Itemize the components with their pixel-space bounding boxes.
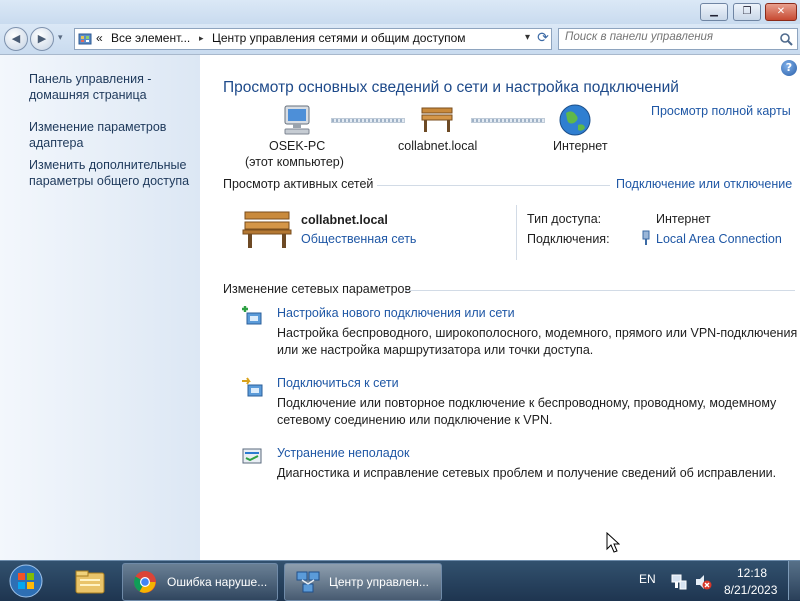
breadcrumb-network-center[interactable]: Центр управления сетями и общим доступом — [212, 31, 466, 45]
map-network-name: collabnet.local — [398, 139, 478, 153]
connect-to-network-link[interactable]: Подключиться к сети — [277, 376, 399, 390]
close-button[interactable]: ✕ — [765, 3, 797, 21]
local-area-connection-link[interactable]: Local Area Connection — [656, 232, 782, 246]
mouse-cursor-icon — [606, 532, 620, 553]
computer-icon — [284, 105, 310, 135]
language-indicator[interactable]: EN — [639, 572, 656, 586]
active-network-name: collabnet.local — [301, 213, 388, 227]
breadcrumb-separator[interactable]: ▸ — [199, 33, 204, 44]
section-divider — [405, 290, 795, 291]
network-center-icon — [296, 571, 320, 593]
search-box[interactable] — [558, 28, 798, 50]
control-panel-window: ▁ ❐ ✕ ◀ ▶ ▾ « Все элемент... ▸ Центр упр… — [0, 0, 800, 560]
recent-pages-dropdown[interactable]: ▾ — [58, 32, 63, 43]
network-center-window-title: Центр управлен... — [329, 575, 429, 589]
left-nav-pane: Панель управления - домашняя страница Из… — [0, 55, 200, 560]
this-computer-name: OSEK-PC — [269, 139, 326, 153]
start-button[interactable] — [6, 562, 46, 600]
clock-time[interactable]: 12:18 — [737, 566, 767, 580]
chrome-icon — [134, 571, 156, 593]
network-tray-icon[interactable] — [670, 573, 688, 591]
page-title: Просмотр основных сведений о сети и наст… — [223, 79, 679, 96]
refresh-button[interactable]: ⟳ — [532, 29, 554, 49]
address-dropdown-button[interactable]: ▾ — [525, 32, 530, 43]
back-button[interactable]: ◀ — [4, 27, 28, 51]
sidebar-item-control-panel-home[interactable]: Панель управления - домашняя страница — [29, 71, 197, 103]
ethernet-icon — [642, 230, 650, 245]
troubleshoot-desc: Диагностика и исправление сетевых пробле… — [277, 466, 777, 480]
navigation-bar: ◀ ▶ ▾ « Все элемент... ▸ Центр управлени… — [0, 24, 800, 55]
change-settings-header: Изменение сетевых параметров — [223, 282, 412, 296]
search-input[interactable] — [565, 31, 765, 43]
network-center-taskbar-button[interactable]: Центр управлен... — [284, 563, 442, 601]
maximize-button[interactable]: ❐ — [733, 3, 761, 21]
chrome-taskbar-button[interactable]: Ошибка наруше... — [122, 563, 278, 601]
active-networks-header: Просмотр активных сетей — [223, 177, 374, 191]
connections-label: Подключения: — [527, 232, 610, 246]
connect-to-network-desc: Подключение или повторное подключение к … — [277, 396, 777, 410]
search-icon[interactable] — [779, 32, 793, 46]
minimize-button[interactable]: ▁ — [700, 3, 728, 21]
connect-to-network-icon — [242, 377, 263, 397]
setup-new-connection-desc: или же настройка маршрутизатора или точк… — [277, 343, 594, 357]
title-bar: ▁ ❐ ✕ — [0, 0, 800, 24]
map-connector-line — [471, 118, 545, 123]
main-content: ? Просмотр основных сведений о сети и на… — [201, 55, 800, 560]
map-connector-line — [331, 118, 405, 123]
chrome-window-title: Ошибка наруше... — [167, 575, 268, 589]
show-desktop-button[interactable] — [788, 561, 800, 600]
address-bar[interactable]: « Все элемент... ▸ Центр управления сетя… — [74, 28, 552, 50]
breadcrumb-overflow[interactable]: « — [96, 31, 103, 45]
active-network-bench-icon — [242, 211, 292, 248]
control-panel-icon — [78, 33, 92, 45]
taskbar: Ошибка наруше... Центр управлен... EN 12… — [0, 560, 800, 601]
this-computer-label: (этот компьютер) — [245, 155, 344, 169]
new-connection-icon — [242, 306, 262, 325]
explorer-taskbar-button[interactable] — [62, 563, 118, 601]
network-type-link[interactable]: Общественная сеть — [301, 232, 416, 246]
troubleshoot-link[interactable]: Устранение неполадок — [277, 446, 409, 460]
volume-muted-icon[interactable] — [694, 573, 712, 591]
connect-disconnect-link[interactable]: Подключение или отключение — [616, 177, 792, 191]
vertical-divider — [516, 205, 517, 260]
forward-button[interactable]: ▶ — [30, 27, 54, 51]
setup-new-connection-desc: Настройка беспроводного, широкополосного… — [277, 326, 798, 340]
public-network-bench-icon — [421, 107, 453, 132]
breadcrumb-all-items[interactable]: Все элемент... — [111, 31, 190, 45]
access-type-label: Тип доступа: — [527, 212, 602, 226]
sidebar-item-advanced-sharing[interactable]: Изменить дополнительные параметры общего… — [29, 157, 197, 189]
section-divider — [377, 185, 610, 186]
clock-date[interactable]: 8/21/2023 — [724, 583, 777, 597]
access-type-value: Интернет — [656, 212, 711, 226]
connect-to-network-desc: сетевому соединению или подключение к VP… — [277, 413, 553, 427]
map-internet-label: Интернет — [553, 139, 608, 153]
sidebar-item-adapter-settings[interactable]: Изменение параметров адаптера — [29, 119, 197, 151]
help-icon[interactable]: ? — [781, 60, 797, 76]
setup-new-connection-link[interactable]: Настройка нового подключения или сети — [277, 306, 515, 320]
folder-icon — [75, 570, 105, 594]
view-full-map-link[interactable]: Просмотр полной карты — [651, 104, 791, 118]
internet-globe-icon — [559, 104, 591, 136]
troubleshoot-icon — [242, 448, 262, 464]
